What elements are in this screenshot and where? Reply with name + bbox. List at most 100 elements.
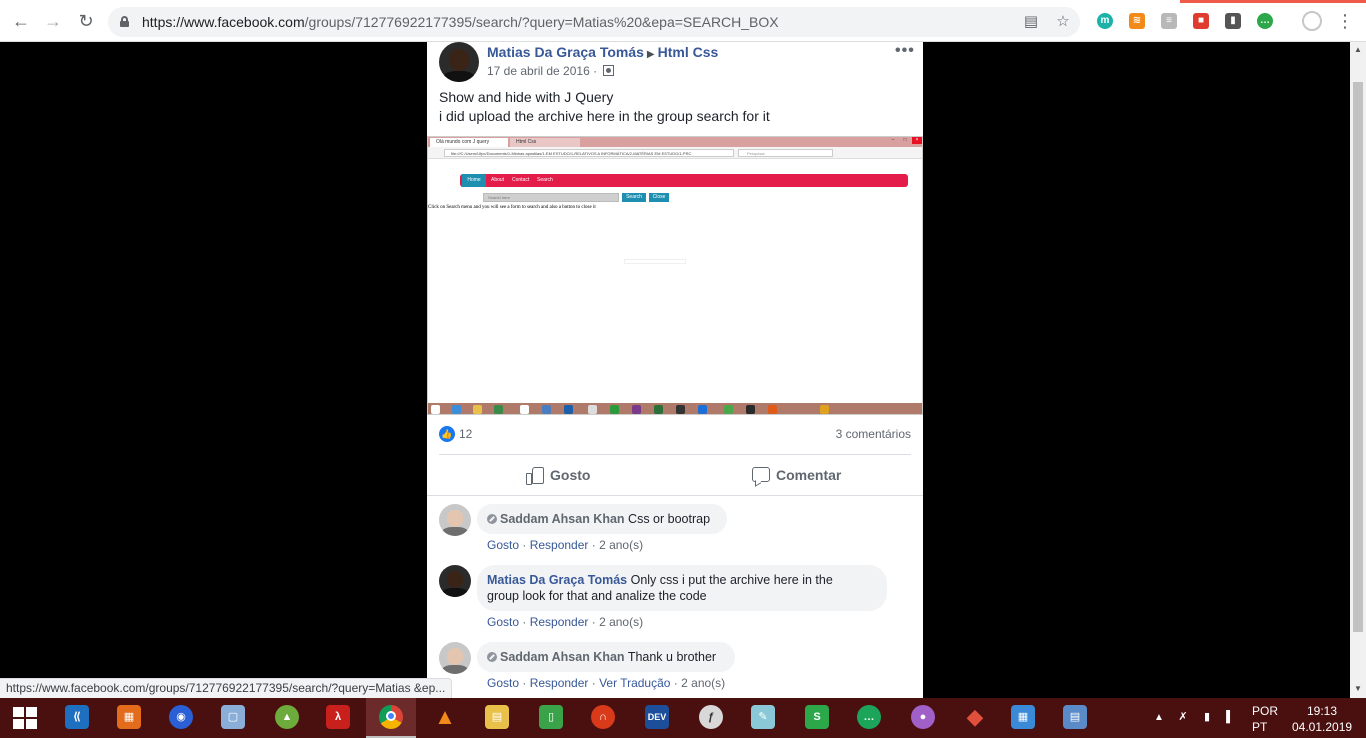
taskbar-green-app[interactable]: ▯ xyxy=(526,698,576,738)
like-button-label: Gosto xyxy=(550,467,591,483)
image-taskbar xyxy=(428,403,922,414)
taskbar-notes[interactable]: ✎ xyxy=(738,698,788,738)
commenter-avatar[interactable] xyxy=(439,642,471,674)
taskbar-flash[interactable]: ƒ xyxy=(686,698,736,738)
profile-avatar-icon[interactable] xyxy=(1302,11,1322,31)
back-icon[interactable]: ← xyxy=(10,10,32,32)
system-clock[interactable]: 19:13 04.01.2019 xyxy=(1292,703,1352,735)
comment-like-link[interactable]: Gosto xyxy=(487,615,519,629)
scroll-down-icon[interactable]: ▼ xyxy=(1354,685,1362,693)
translate-icon[interactable]: ▤ xyxy=(1022,13,1040,31)
image-faint-box xyxy=(624,259,686,264)
commenter-name[interactable]: Saddam Ahsan Khan xyxy=(500,650,625,664)
taskbar-chrome[interactable] xyxy=(366,698,416,738)
image-address: file:///C:/Users/Ufpc/Documents/1-Minhas… xyxy=(444,149,734,157)
page-scrollbar[interactable]: ▲ ▼ xyxy=(1350,42,1366,698)
extension-chat-icon[interactable]: … xyxy=(1257,13,1273,29)
like-button[interactable]: Gosto xyxy=(526,458,590,492)
extension-m-icon[interactable]: m xyxy=(1097,13,1113,29)
image-nav-contact: Contact xyxy=(512,177,530,183)
comment-reply-link[interactable]: Responder xyxy=(530,676,589,690)
taskbar-cat-app[interactable]: ● xyxy=(898,698,948,738)
comment-translate-link[interactable]: Ver Tradução xyxy=(599,676,670,690)
comment-like-link[interactable]: Gosto xyxy=(487,538,519,552)
taskbar-hangouts[interactable]: … xyxy=(844,698,894,738)
post-options-icon[interactable]: ••• xyxy=(895,42,915,60)
android-icon: ▲ xyxy=(275,705,299,729)
image-taskbar-icon xyxy=(473,405,482,414)
extension-red-icon[interactable]: ■ xyxy=(1193,13,1209,29)
taskbar-devcpp[interactable]: DEV xyxy=(632,698,682,738)
taskbar-android-studio[interactable]: ▲ xyxy=(262,698,312,738)
image-taskbar-icon xyxy=(632,405,641,414)
post-image[interactable]: Olá mundo com J query Html Css – □ × fil… xyxy=(427,136,923,415)
taskbar-acrobat[interactable]: λ xyxy=(313,698,363,738)
scroll-up-icon[interactable]: ▲ xyxy=(1354,46,1362,54)
windows-taskbar: ⟪ ▦ ◉ ▢ ▲ λ ▲ ▤ ▯ ∩ DEV ƒ ✎ S … ● ◆ ▦ ▤ … xyxy=(0,698,1366,738)
lock-icon xyxy=(120,16,129,27)
url-text[interactable]: https://www.facebook.com/groups/71277692… xyxy=(142,14,779,30)
taskbar-firefox[interactable]: ◉ xyxy=(156,698,206,738)
image-taskbar-icon xyxy=(431,405,440,414)
comment-bubble: Matias Da Graça Tomás Only css i put the… xyxy=(477,565,887,611)
comment-like-link[interactable]: Gosto xyxy=(487,676,519,690)
network-warning-icon[interactable]: ✗ xyxy=(1176,710,1190,724)
image-nav-about: About xyxy=(491,177,505,183)
comment-actions: Gosto · Responder · 2 ano(s) xyxy=(487,538,644,552)
input-language[interactable]: POR PT xyxy=(1252,703,1278,735)
scroll-thumb[interactable] xyxy=(1353,82,1363,632)
taskbar-vscode[interactable]: ⟪ xyxy=(52,698,102,738)
signal-icon[interactable]: ▌ xyxy=(1223,710,1237,724)
commenter-name[interactable]: Matias Da Graça Tomás xyxy=(487,573,627,587)
taskbar-s-app[interactable]: S xyxy=(792,698,842,738)
s-app-icon: S xyxy=(805,705,829,729)
post-date-text[interactable]: 17 de abril de 2016 · xyxy=(487,64,597,78)
extension-dark-icon[interactable]: ▮ xyxy=(1225,13,1241,29)
chrome-menu-icon[interactable]: ⋮ xyxy=(1336,10,1354,32)
image-caption: Click on Search menu and you will see a … xyxy=(428,205,596,210)
taskbar-photos[interactable]: ▦ xyxy=(998,698,1048,738)
comment-reply-link[interactable]: Responder xyxy=(530,538,589,552)
image-taskbar-icon xyxy=(654,405,663,414)
start-button[interactable] xyxy=(0,698,50,738)
commenter-avatar[interactable] xyxy=(439,565,471,597)
reload-icon[interactable]: ↻ xyxy=(75,10,97,32)
group-name[interactable]: Html Css xyxy=(658,44,719,60)
taskbar-file-explorer[interactable]: ▤ xyxy=(472,698,522,738)
image-taskbar-icon xyxy=(768,405,777,414)
image-taskbar-icon xyxy=(610,405,619,414)
cube-app-icon: ▢ xyxy=(221,705,245,729)
image-search-input: Search here xyxy=(483,193,619,202)
comment-time[interactable]: 2 ano(s) xyxy=(681,676,725,690)
comment-button[interactable]: Comentar xyxy=(752,458,841,492)
address-bar[interactable]: https://www.facebook.com/groups/71277692… xyxy=(108,7,1080,37)
flash-icon: ƒ xyxy=(699,705,723,729)
comment-time[interactable]: 2 ano(s) xyxy=(599,538,643,552)
image-taskbar-icon xyxy=(588,405,597,414)
divider xyxy=(439,454,911,455)
forward-icon[interactable]: → xyxy=(42,10,64,32)
taskbar-vlc[interactable]: ▲ xyxy=(420,698,470,738)
comment-time[interactable]: 2 ano(s) xyxy=(599,615,643,629)
show-hidden-icons-icon[interactable]: ▲ xyxy=(1154,712,1164,723)
bookmark-star-icon[interactable]: ☆ xyxy=(1054,13,1072,31)
author-name[interactable]: Matias Da Graça Tomás xyxy=(487,44,644,60)
taskbar-dreamweaver[interactable]: ∩ xyxy=(578,698,628,738)
image-taskbar-icon xyxy=(746,405,755,414)
dev-cpp-icon: DEV xyxy=(645,705,669,729)
author-avatar[interactable] xyxy=(439,42,479,82)
taskbar-git[interactable]: ◆ xyxy=(950,698,1000,738)
taskbar-calculator[interactable]: ▤ xyxy=(1050,698,1100,738)
comment-reply-link[interactable]: Responder xyxy=(530,615,589,629)
image-close-icon: × xyxy=(912,137,922,144)
extension-notes-icon[interactable]: ≡ xyxy=(1161,13,1177,29)
taskbar-virtualbox[interactable]: ▢ xyxy=(208,698,258,738)
like-count[interactable]: 12 xyxy=(459,427,472,441)
battery-icon[interactable]: ▮ xyxy=(1200,710,1214,724)
comment-count[interactable]: 3 comentários xyxy=(836,427,911,441)
taskbar-app-blocks[interactable]: ▦ xyxy=(104,698,154,738)
commenter-avatar[interactable] xyxy=(439,504,471,536)
hangouts-icon: … xyxy=(857,705,881,729)
commenter-name[interactable]: Saddam Ahsan Khan xyxy=(500,512,625,526)
rss-icon[interactable]: ≋ xyxy=(1129,13,1145,29)
